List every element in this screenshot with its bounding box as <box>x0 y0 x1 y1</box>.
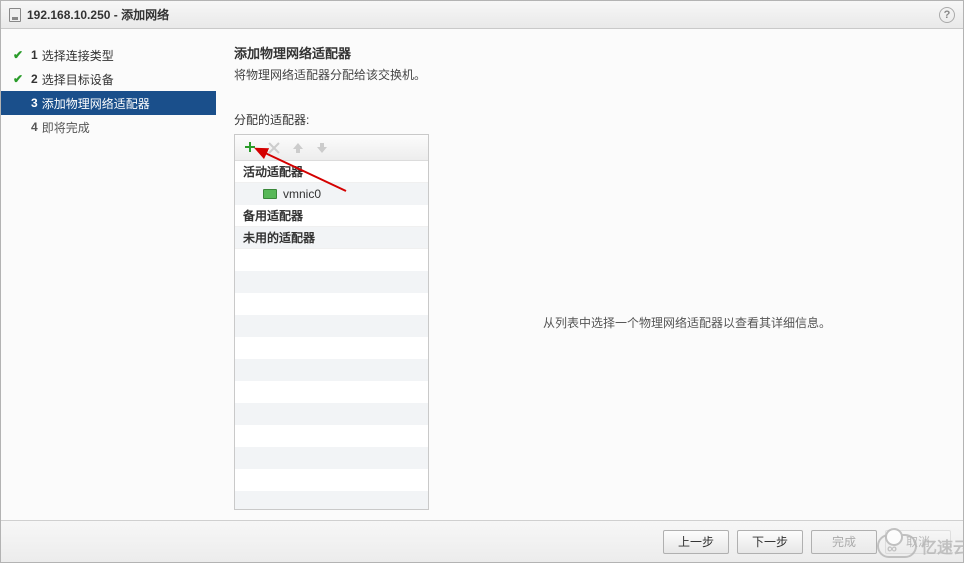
move-up-button <box>287 138 309 158</box>
add-button[interactable] <box>239 138 261 158</box>
adapter-area: 活动适配器 vmnic0 备用适配器 未用的适配器 从列表中选择一个物理网络适配… <box>234 134 945 510</box>
content-header: 添加物理网络适配器 将物理网络适配器分配给该交换机。 <box>234 43 945 83</box>
step-label: 选择目标设备 <box>42 71 114 88</box>
finish-button: 完成 <box>811 530 877 554</box>
help-button[interactable]: ? <box>939 7 955 23</box>
step-number: 3 <box>31 96 38 110</box>
adapter-name: vmnic0 <box>283 187 321 201</box>
detail-placeholder: 从列表中选择一个物理网络适配器以查看其详细信息。 <box>543 314 831 331</box>
page-title: 添加物理网络适配器 <box>234 43 945 62</box>
wizard-body: ✔ 1 选择连接类型 ✔ 2 选择目标设备 3 添加物理网络适配器 4 即将完成 <box>1 29 963 520</box>
host-icon <box>9 8 21 22</box>
footer: 上一步 下一步 完成 取消 <box>1 520 963 562</box>
step-4[interactable]: 4 即将完成 <box>1 115 216 139</box>
step-3[interactable]: 3 添加物理网络适配器 <box>1 91 216 115</box>
step-1[interactable]: ✔ 1 选择连接类型 <box>1 43 216 67</box>
detail-pane: 从列表中选择一个物理网络适配器以查看其详细信息。 <box>429 134 945 510</box>
step-2[interactable]: ✔ 2 选择目标设备 <box>1 67 216 91</box>
window-title: 192.168.10.250 - 添加网络 <box>27 6 169 23</box>
nic-icon <box>263 189 277 199</box>
arrow-down-icon <box>316 142 328 154</box>
dialog-window: 192.168.10.250 - 添加网络 ? ✔ 1 选择连接类型 ✔ 2 选… <box>0 0 964 563</box>
adapter-item[interactable]: vmnic0 <box>235 183 428 205</box>
add-icon <box>243 141 257 155</box>
cancel-button[interactable]: 取消 <box>885 530 951 554</box>
move-down-button <box>311 138 333 158</box>
content-pane: 添加物理网络适配器 将物理网络适配器分配给该交换机。 分配的适配器: <box>216 29 963 520</box>
checkmark-icon: ✔ <box>11 48 25 62</box>
step-number: 2 <box>31 72 38 86</box>
group-active-adapters[interactable]: 活动适配器 <box>235 161 428 183</box>
adapter-toolbar <box>235 135 428 161</box>
step-number: 1 <box>31 48 38 62</box>
steps-sidebar: ✔ 1 选择连接类型 ✔ 2 选择目标设备 3 添加物理网络适配器 4 即将完成 <box>1 29 216 520</box>
remove-icon <box>268 142 280 154</box>
page-subtitle: 将物理网络适配器分配给该交换机。 <box>234 66 945 83</box>
step-number: 4 <box>31 120 38 134</box>
step-label: 即将完成 <box>42 119 90 136</box>
group-standby-adapters[interactable]: 备用适配器 <box>235 205 428 227</box>
adapter-list[interactable]: 活动适配器 vmnic0 备用适配器 未用的适配器 <box>235 161 428 509</box>
step-label: 选择连接类型 <box>42 47 114 64</box>
step-label: 添加物理网络适配器 <box>42 95 150 112</box>
titlebar: 192.168.10.250 - 添加网络 ? <box>1 1 963 29</box>
adapter-panel: 活动适配器 vmnic0 备用适配器 未用的适配器 <box>234 134 429 510</box>
section-label: 分配的适配器: <box>234 111 945 128</box>
remove-button <box>263 138 285 158</box>
group-unused-adapters[interactable]: 未用的适配器 <box>235 227 428 249</box>
next-button[interactable]: 下一步 <box>737 530 803 554</box>
back-button[interactable]: 上一步 <box>663 530 729 554</box>
arrow-up-icon <box>292 142 304 154</box>
checkmark-icon: ✔ <box>11 72 25 86</box>
